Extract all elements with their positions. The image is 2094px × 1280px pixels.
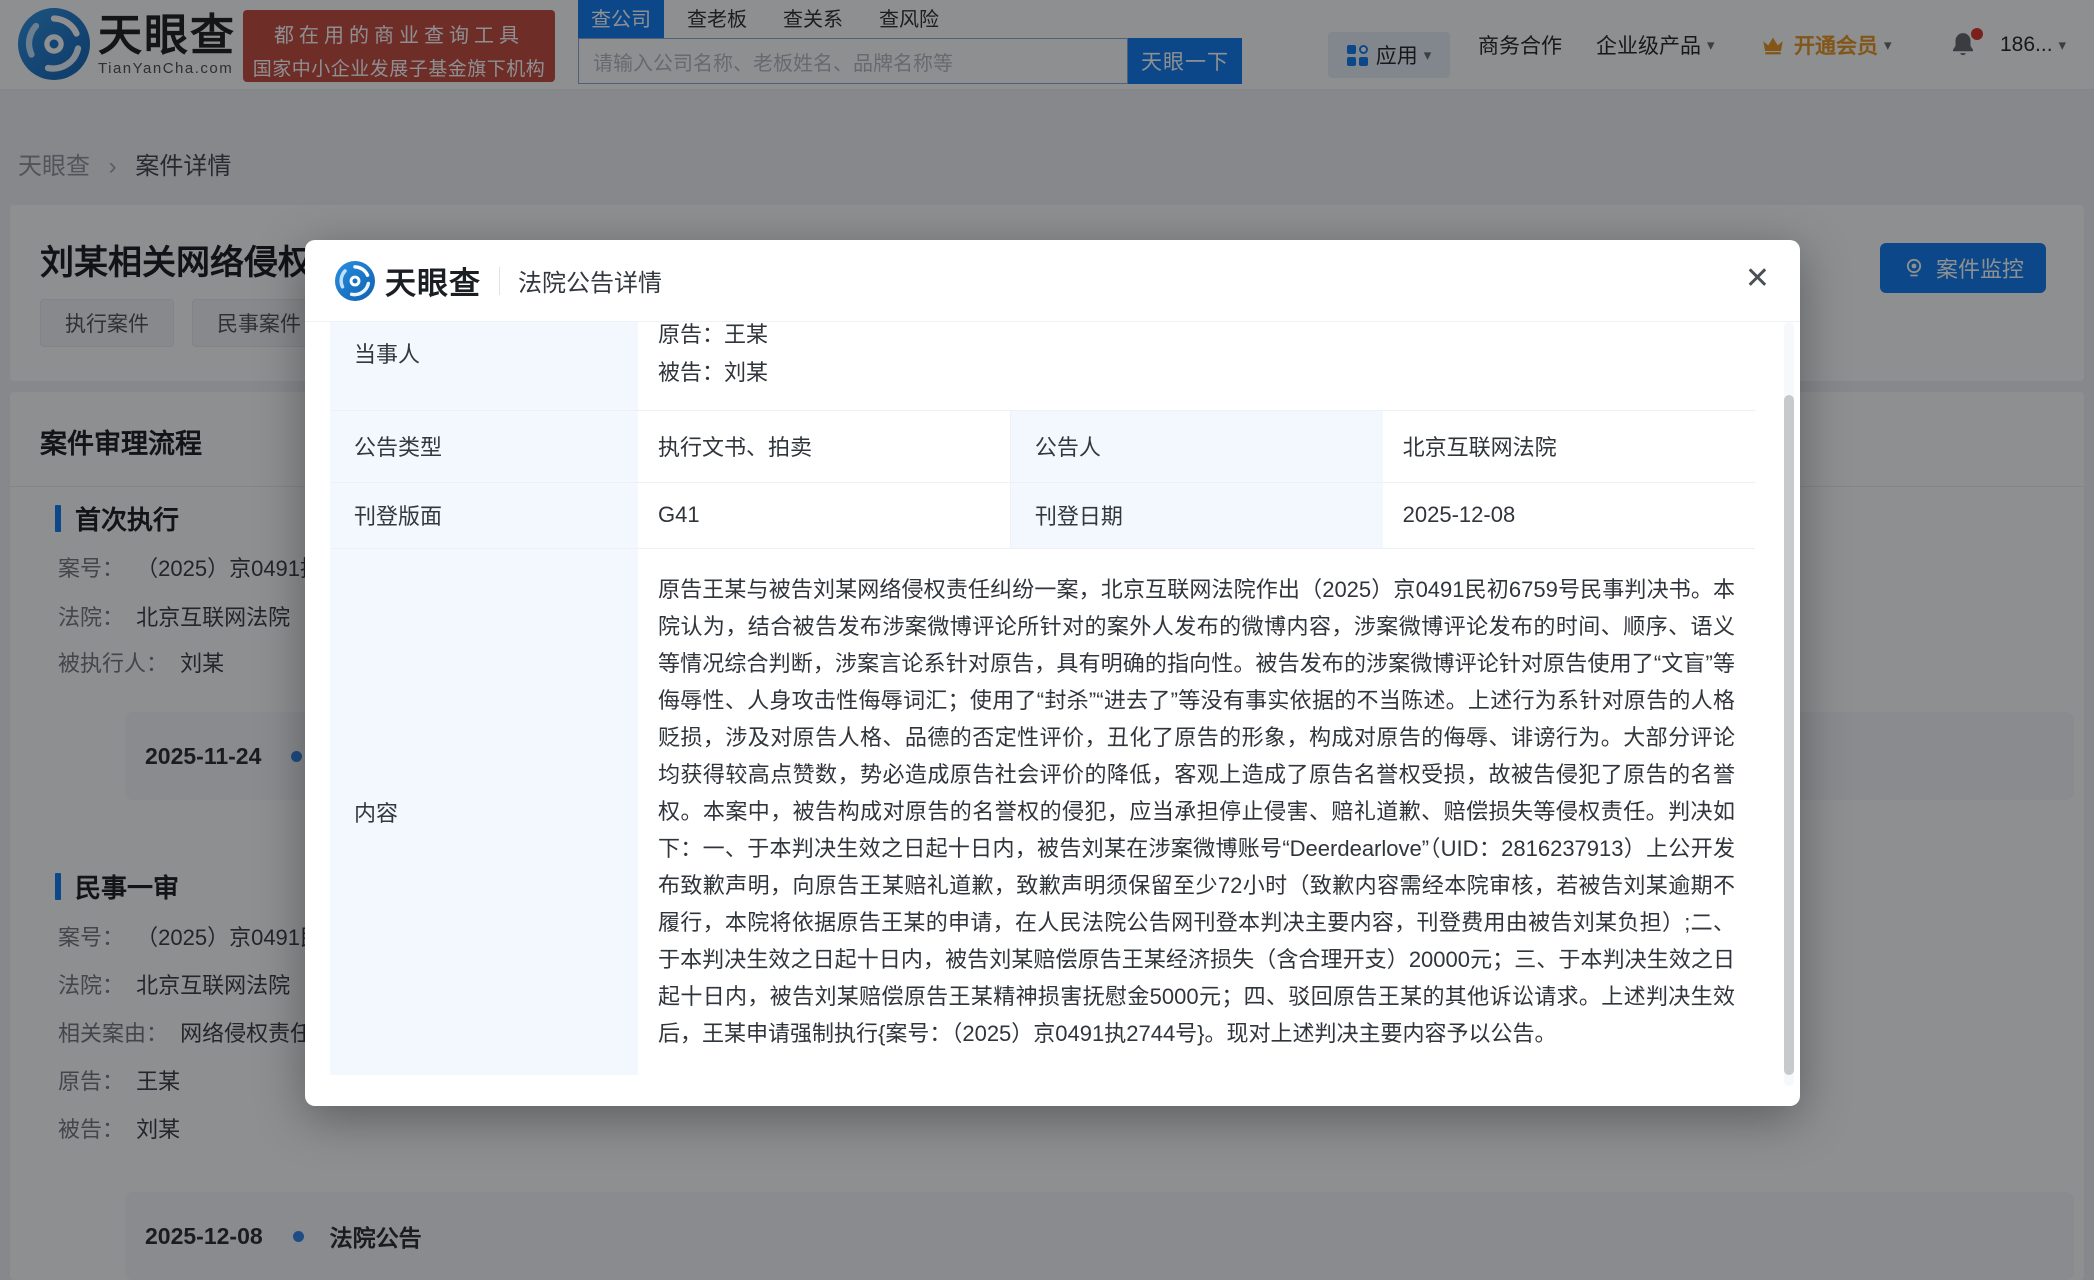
modal-brand: 天眼查 (385, 258, 481, 303)
publication-date-value: 2025-12-08 (1383, 482, 1755, 548)
publication-page-label: 刊登版面 (330, 482, 638, 548)
party-defendant: 被告：刘某 (658, 354, 1735, 392)
close-icon[interactable]: ✕ (1745, 264, 1770, 294)
table-row: 内容 原告王某与被告刘某网络侵权责任纠纷一案，北京互联网法院作出（2025）京0… (330, 548, 1755, 1075)
tianyancha-swirl-icon (335, 261, 375, 301)
court-announcement-modal: 天眼查 法院公告详情 ✕ 当事人 原告：王某 被告：刘某 公告类型 执行文书、拍… (305, 240, 1800, 1106)
announcement-detail-table: 当事人 原告：王某 被告：刘某 公告类型 执行文书、拍卖 公告人 北京互联网法院… (330, 322, 1755, 1075)
modal-title: 法院公告详情 (518, 263, 662, 298)
modal-scroll-area[interactable]: 当事人 原告：王某 被告：刘某 公告类型 执行文书、拍卖 公告人 北京互联网法院… (330, 322, 1755, 1075)
modal-header: 天眼查 法院公告详情 ✕ (305, 240, 1800, 322)
announcer-label: 公告人 (1010, 410, 1382, 482)
party-plaintiff: 原告：王某 (658, 322, 1735, 354)
table-row: 公告类型 执行文书、拍卖 公告人 北京互联网法院 (330, 410, 1755, 482)
announcement-type-label: 公告类型 (330, 410, 638, 482)
publication-date-label: 刊登日期 (1010, 482, 1382, 548)
announcement-type-value: 执行文书、拍卖 (638, 410, 1010, 482)
modal-scrollbar[interactable] (1784, 322, 1794, 1086)
content-label: 内容 (330, 548, 638, 1075)
publication-page-value: G41 (638, 482, 1010, 548)
announcement-content-text: 原告王某与被告刘某网络侵权责任纠纷一案，北京互联网法院作出（2025）京0491… (658, 565, 1735, 1058)
table-row: 刊登版面 G41 刊登日期 2025-12-08 (330, 482, 1755, 548)
party-value: 原告：王某 被告：刘某 (638, 322, 1755, 410)
content-value: 原告王某与被告刘某网络侵权责任纠纷一案，北京互联网法院作出（2025）京0491… (638, 548, 1755, 1075)
announcer-value: 北京互联网法院 (1383, 410, 1755, 482)
table-row: 当事人 原告：王某 被告：刘某 (330, 322, 1755, 410)
scrollbar-thumb[interactable] (1784, 395, 1794, 1075)
party-label: 当事人 (330, 322, 638, 410)
divider (499, 267, 500, 295)
